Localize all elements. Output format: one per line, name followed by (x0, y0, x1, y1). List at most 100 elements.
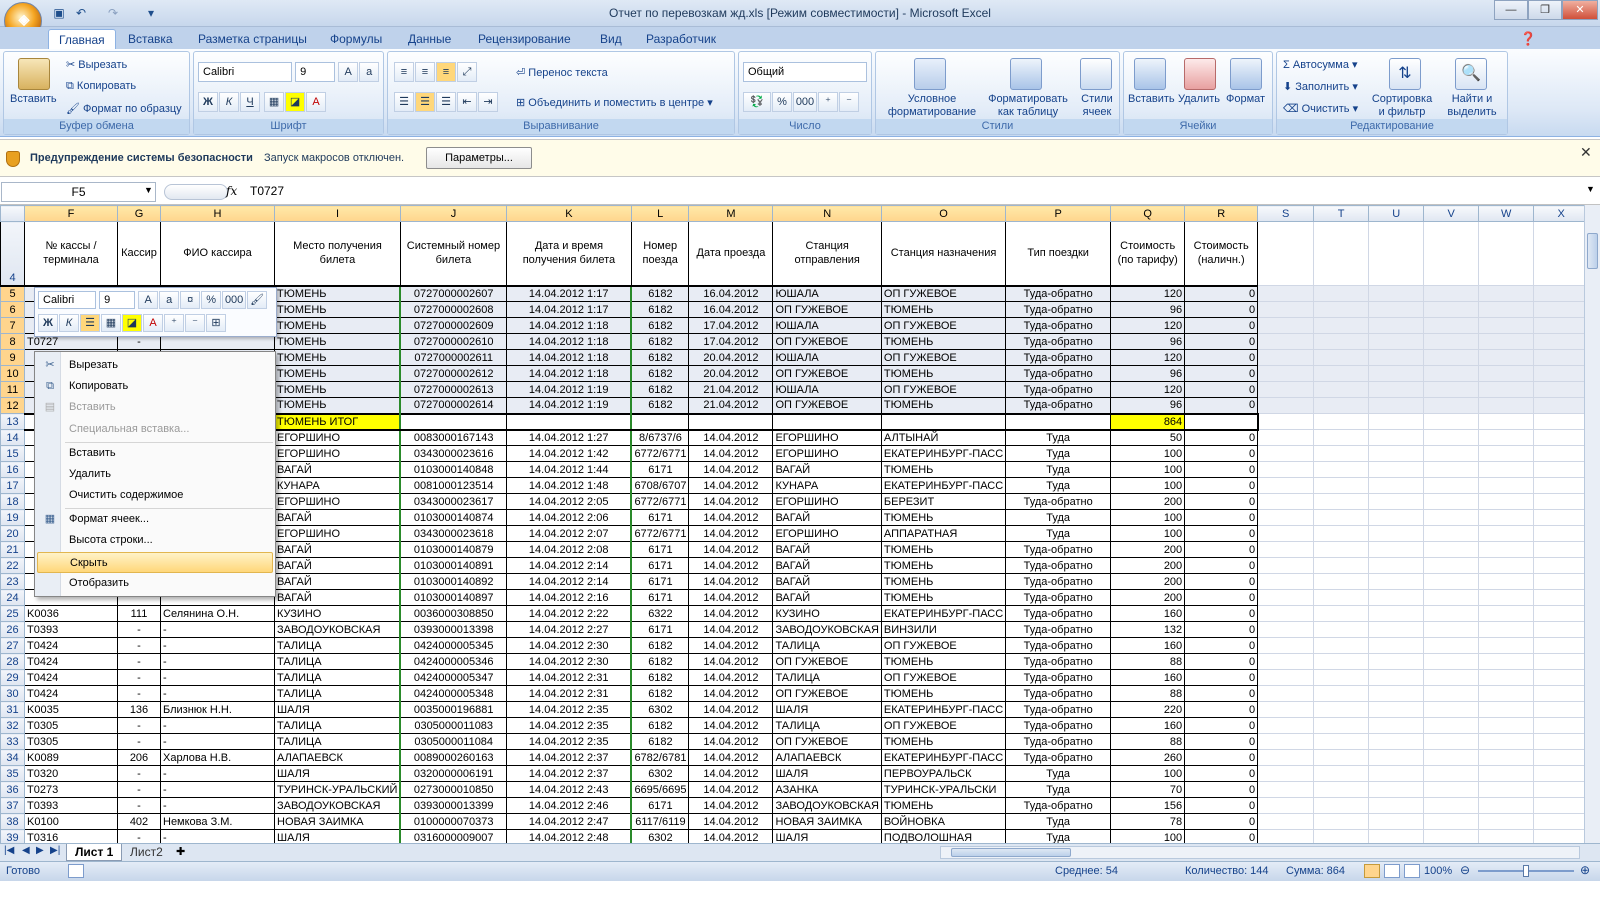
cell-p[interactable]: Туда-обратно (1005, 381, 1112, 398)
cell[interactable] (1478, 573, 1535, 590)
cell-q[interactable]: 100 (1110, 477, 1186, 494)
cell[interactable] (1478, 381, 1535, 398)
cell-f[interactable]: K0035 (24, 701, 118, 718)
fill-color-icon[interactable]: ◪ (285, 92, 306, 112)
cell[interactable] (1313, 653, 1370, 670)
cell[interactable] (1257, 605, 1315, 622)
cell-q[interactable]: 100 (1110, 765, 1186, 782)
cell-n[interactable]: ЕГОРШИНО (772, 493, 882, 510)
cell[interactable] (1368, 381, 1425, 398)
sheet-nav-prev-icon[interactable]: ◀ (22, 845, 30, 856)
cell-j[interactable] (399, 412, 507, 431)
cell[interactable] (1368, 717, 1425, 734)
cell-g[interactable]: 206 (117, 749, 161, 766)
cell-k[interactable]: 14.04.2012 2:05 (505, 493, 632, 510)
paste-button[interactable]: Вставить (10, 93, 57, 105)
cell-q[interactable]: 864 (1110, 412, 1186, 431)
row-header[interactable]: 16 (0, 461, 25, 478)
cell[interactable] (1368, 461, 1425, 478)
cell[interactable] (1257, 717, 1315, 734)
cell-l[interactable] (630, 412, 690, 431)
cell[interactable] (1533, 733, 1590, 750)
cell-j[interactable]: 0343000023618 (399, 525, 507, 542)
cell-l[interactable]: 6772/6771 (630, 525, 690, 542)
cell-p[interactable]: Туда-обратно (1005, 301, 1112, 318)
cell-m[interactable]: 14.04.2012 (688, 541, 774, 558)
cell[interactable] (1313, 557, 1370, 574)
tab-review[interactable]: Рецензирование (468, 29, 581, 49)
cell[interactable] (1257, 765, 1315, 782)
cell[interactable] (1257, 749, 1315, 766)
cell-n[interactable]: ОП ГУЖЕВОЕ (772, 397, 882, 414)
cell-o[interactable]: ТЮМЕНЬ (880, 653, 1007, 670)
mini-size-select[interactable]: 9 (99, 291, 136, 309)
cell-n[interactable]: АЗАНКА (772, 781, 882, 798)
cell-l[interactable]: 6182 (630, 333, 690, 350)
cell[interactable] (1478, 301, 1535, 318)
tab-developer[interactable]: Разработчик (636, 29, 726, 49)
cell[interactable] (1533, 685, 1590, 702)
row-header[interactable]: 7 (0, 317, 25, 334)
row-header[interactable]: 30 (0, 685, 25, 702)
cell-n[interactable]: ТАЛИЦА (772, 637, 882, 654)
cell-n[interactable]: КУЗИНО (772, 605, 882, 622)
cell-j[interactable]: 0103000140874 (399, 509, 507, 526)
formula-input[interactable]: T0727 (250, 184, 284, 198)
cell-p[interactable]: Туда (1005, 509, 1112, 526)
cell-p[interactable]: Туда-обратно (1005, 733, 1112, 750)
font-size-select[interactable]: 9 (295, 62, 336, 82)
cell[interactable] (1313, 733, 1370, 750)
cell-f[interactable]: T0424 (24, 637, 118, 654)
cell-r[interactable]: 0 (1184, 525, 1259, 542)
scroll-thumb[interactable] (1587, 233, 1598, 269)
autosum-button[interactable]: Σ Автосумма ▾ (1283, 58, 1358, 71)
cell-p[interactable]: Туда-обратно (1005, 797, 1112, 814)
cell-r[interactable]: 0 (1184, 301, 1259, 318)
mini-borders-icon[interactable]: ▦ (101, 314, 121, 332)
cell-l[interactable]: 6182 (630, 669, 690, 686)
cell-g[interactable]: - (117, 637, 161, 654)
number-format-select[interactable]: Общий (743, 62, 867, 82)
cell-j[interactable]: 0035000196881 (399, 701, 507, 718)
cell[interactable] (1423, 221, 1480, 286)
cell-r[interactable]: 0 (1184, 317, 1259, 334)
cut-button[interactable]: ✂ Вырезать (66, 58, 127, 71)
cell-f[interactable]: T0273 (24, 781, 118, 798)
cell[interactable] (1257, 221, 1315, 286)
cell[interactable] (1423, 685, 1480, 702)
cell[interactable] (1368, 733, 1425, 750)
sheet-nav-last-icon[interactable]: ▶| (50, 845, 60, 856)
cell-g[interactable]: - (117, 781, 161, 798)
cell-n[interactable]: ОП ГУЖЕВОЕ (772, 653, 882, 670)
cell-r[interactable]: 0 (1184, 749, 1259, 766)
cell[interactable] (1533, 285, 1590, 302)
cell-r[interactable]: 0 (1184, 765, 1259, 782)
cell-p[interactable]: Туда-обратно (1005, 541, 1112, 558)
cell-q[interactable]: 120 (1110, 285, 1186, 302)
cell-i[interactable]: ВАГАЙ (274, 509, 401, 526)
column-header[interactable]: S (1257, 205, 1315, 222)
vertical-scrollbar[interactable] (1584, 205, 1600, 843)
cell-p[interactable]: Туда (1005, 429, 1112, 446)
cell[interactable] (1368, 541, 1425, 558)
cell-j[interactable]: 0103000140892 (399, 573, 507, 590)
cell-l[interactable]: 6182 (630, 365, 690, 382)
cell[interactable] (1533, 781, 1590, 798)
cell-i[interactable]: ШАЛЯ (274, 765, 401, 782)
cell-n[interactable]: ЮШАЛА (772, 317, 882, 334)
cell-p[interactable]: Туда-обратно (1005, 493, 1112, 510)
cell-r[interactable]: 0 (1184, 509, 1259, 526)
cell-m[interactable]: 14.04.2012 (688, 557, 774, 574)
cell[interactable] (1368, 813, 1425, 830)
tab-page-layout[interactable]: Разметка страницы (188, 29, 317, 49)
cell-n[interactable]: ВАГАЙ (772, 557, 882, 574)
sheet-tab-2[interactable]: Лист2 (124, 844, 169, 861)
mini-font-select[interactable]: Calibri (38, 291, 96, 309)
row-header[interactable]: 13 (0, 413, 25, 430)
cell-k[interactable]: 14.04.2012 1:19 (505, 397, 632, 414)
cell-i[interactable]: ВАГАЙ (274, 541, 401, 558)
cell-k[interactable]: 14.04.2012 2:35 (505, 701, 632, 718)
cell[interactable] (1257, 285, 1315, 302)
cell-n[interactable]: ЮШАЛА (772, 285, 882, 302)
cell-j[interactable]: 0727000002609 (399, 317, 507, 334)
